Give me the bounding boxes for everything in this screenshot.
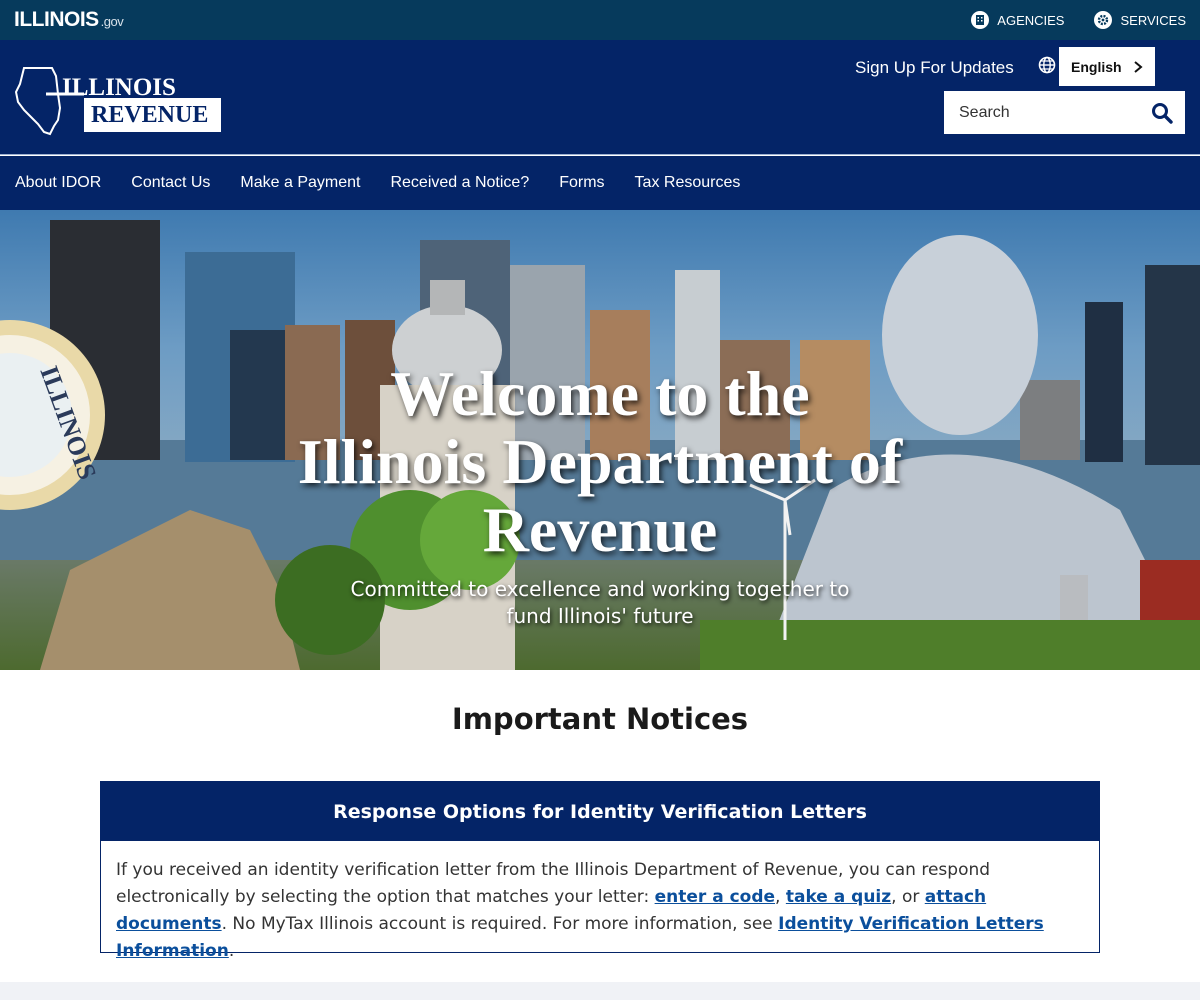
hero-title: Welcome to the Illinois Department of Re…: [0, 360, 1200, 564]
services-label: SERVICES: [1120, 12, 1186, 28]
notice-text-end: .: [228, 941, 235, 961]
notice-card: Response Options for Identity Verificati…: [100, 781, 1100, 961]
services-link[interactable]: SERVICES: [1094, 11, 1186, 29]
nav-about-idor[interactable]: About IDOR: [15, 174, 101, 192]
nav-forms[interactable]: Forms: [559, 174, 604, 192]
notice-card-title: Response Options for Identity Verificati…: [101, 782, 1099, 841]
hero-subtitle: Committed to excellence and working toge…: [300, 576, 900, 630]
globe-icon[interactable]: [1038, 56, 1056, 74]
hero-subtitle-line2: fund Illinois' future: [506, 604, 694, 628]
search-input[interactable]: [959, 103, 1139, 122]
logo-revenue: REVENUE: [91, 102, 209, 128]
search-icon[interactable]: [1151, 102, 1173, 124]
hero-banner: ILLINOIS Welcome to the Illinois Departm…: [0, 210, 1200, 670]
agencies-label: AGENCIES: [997, 12, 1065, 28]
notice-sep2: , or: [891, 887, 925, 907]
hero-title-line3: Revenue: [482, 494, 718, 565]
site-header: ILLINOIS REVENUE Sign Up For Updates Eng…: [0, 40, 1200, 155]
illinois-gov-brand: ILLINOIS: [14, 8, 99, 31]
search-box: [944, 91, 1185, 134]
nav-tax-resources[interactable]: Tax Resources: [635, 174, 741, 192]
notice-card-body: If you received an identity verification…: [101, 841, 1099, 965]
illinois-revenue-logo[interactable]: ILLINOIS REVENUE: [14, 66, 224, 136]
utility-links: AGENCIES SERVICES: [971, 11, 1186, 29]
enter-a-code-link[interactable]: enter a code: [655, 887, 775, 907]
take-a-quiz-link[interactable]: take a quiz: [786, 887, 891, 907]
nav-contact-us[interactable]: Contact Us: [131, 174, 210, 192]
chevron-right-icon: [1134, 60, 1143, 73]
gear-icon: [1094, 11, 1113, 29]
agencies-link[interactable]: AGENCIES: [971, 11, 1064, 29]
nav-received-a-notice[interactable]: Received a Notice?: [390, 174, 529, 192]
notice-sep1: ,: [775, 887, 786, 907]
utility-bar: ILLINOIS .gov AGENCIES SERVICES: [0, 0, 1200, 40]
nav-make-a-payment[interactable]: Make a Payment: [240, 174, 360, 192]
main-nav: About IDOR Contact Us Make a Payment Rec…: [0, 156, 1200, 210]
footer-band: [0, 982, 1200, 1000]
notice-text-part2: . No MyTax Illinois account is required.…: [221, 914, 779, 934]
hero-title-line2: Illinois Department of: [297, 426, 903, 497]
important-notices-heading: Important Notices: [451, 702, 749, 736]
language-selector[interactable]: English: [1059, 47, 1155, 86]
gov-suffix: .gov: [100, 14, 124, 29]
hero-subtitle-line1: Committed to excellence and working toge…: [350, 577, 850, 601]
language-label: English: [1071, 58, 1122, 75]
illinois-gov-logo[interactable]: ILLINOIS .gov: [14, 8, 124, 32]
building-icon: [971, 11, 990, 29]
hero-title-line1: Welcome to the: [390, 358, 810, 429]
signup-link[interactable]: Sign Up For Updates: [855, 58, 1014, 78]
